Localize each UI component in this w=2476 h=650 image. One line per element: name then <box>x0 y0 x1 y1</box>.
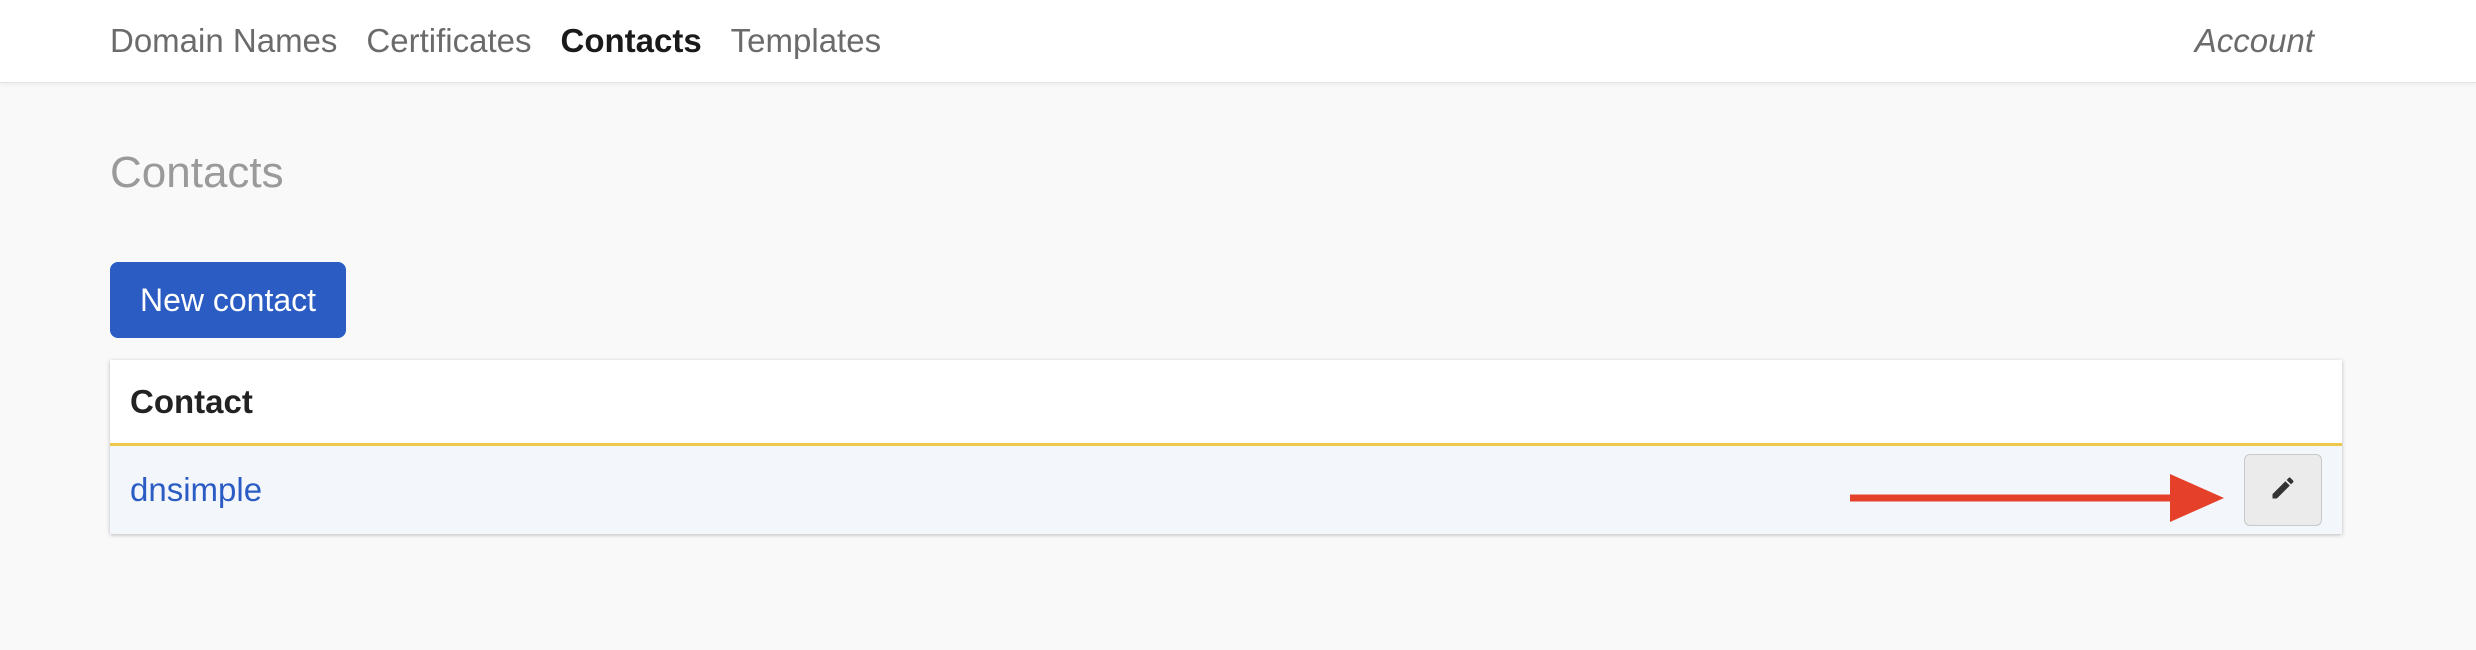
main-nav: Domain Names Certificates Contacts Templ… <box>110 0 881 82</box>
top-navbar: Domain Names Certificates Contacts Templ… <box>0 0 2476 83</box>
new-contact-button[interactable]: New contact <box>110 262 346 338</box>
nav-contacts[interactable]: Contacts <box>560 22 701 60</box>
contact-link[interactable]: dnsimple <box>130 471 262 509</box>
nav-domain-names[interactable]: Domain Names <box>110 22 337 60</box>
nav-templates[interactable]: Templates <box>731 22 881 60</box>
nav-certificates[interactable]: Certificates <box>366 22 531 60</box>
page-title: Contacts <box>110 148 284 197</box>
edit-contact-button[interactable] <box>2244 454 2322 526</box>
pencil-icon <box>2269 474 2297 507</box>
account-link[interactable]: Account <box>2195 0 2314 82</box>
table-header-contact: Contact <box>110 360 2342 446</box>
annotation-arrow-icon <box>1850 474 2224 522</box>
